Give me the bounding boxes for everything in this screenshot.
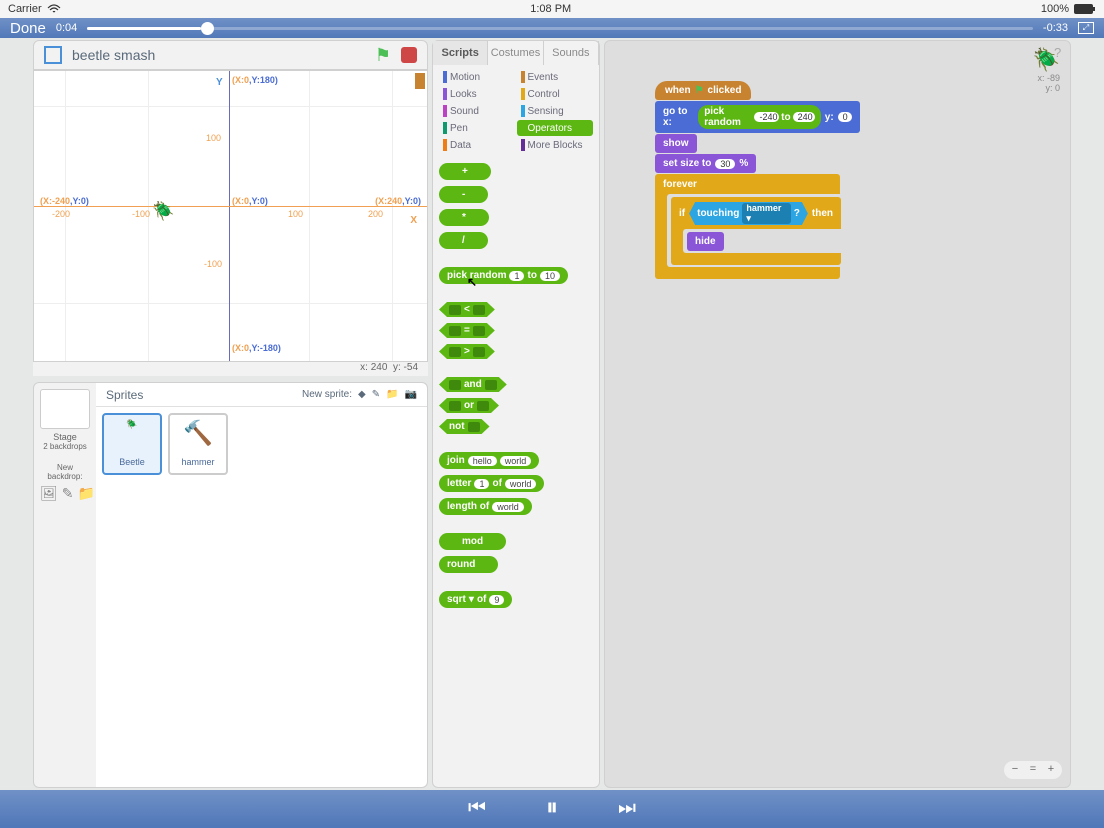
cat-sensing[interactable]: Sensing [517,103,594,119]
set-size-block: set size to30% [655,154,756,173]
when-flag-clicked-block: when⚑clicked [655,81,751,100]
goto-xy-block: go to x: pick random-240to240 y:0 [655,101,860,133]
backdrop-lib-icon[interactable]: 🖼 [40,485,58,502]
progress-slider[interactable] [87,27,1033,30]
cat-control[interactable]: Control [517,86,594,102]
op-round[interactable]: round [439,556,498,573]
x-axis-label: X [410,215,417,226]
backdrop-paint-icon[interactable]: ✎ [62,485,74,502]
zoom-in-icon[interactable]: + [1044,763,1058,777]
sprite-paint-icon[interactable]: ✎ [372,389,380,400]
cat-motion[interactable]: Motion [439,69,516,85]
pause-button[interactable]: ⏸ [546,794,558,822]
mouse-cursor-icon: ↖ [467,275,477,289]
stop-button[interactable] [401,47,417,63]
op-or[interactable]: or [439,398,499,413]
battery-pct: 100% [1041,3,1069,15]
forever-block: forever if touchinghammer ▾? then hide [655,174,840,279]
remaining-time: -0:33 [1043,22,1068,34]
op-eq[interactable]: = [439,323,495,338]
coord-bottom: (X:0,Y:-180) [232,343,281,353]
sprite-beetle[interactable]: 🪲 Beetle [102,413,162,475]
zoom-reset-icon[interactable]: = [1026,763,1040,777]
blocks-column: Scripts Costumes Sounds Motion Events Lo… [432,40,600,788]
wifi-icon [47,4,61,14]
tab-scripts[interactable]: Scripts [433,41,488,65]
tab-costumes[interactable]: Costumes [488,41,543,65]
scratch-editor: beetle smash ⚑ Y X (X:0,Y:180) (X:0,Y:0)… [0,38,1104,790]
if-block: if touchinghammer ▾? then hide [671,197,841,265]
op-add[interactable]: + [439,163,491,180]
zoom-controls: − = + [1004,761,1062,779]
cat-data[interactable]: Data [439,137,516,153]
rewind-button[interactable]: ⏮ [468,797,486,820]
stage-fullscreen-icon[interactable] [44,46,62,64]
op-gt[interactable]: > [439,344,495,359]
op-mul[interactable]: * [439,209,489,226]
cat-looks[interactable]: Looks [439,86,516,102]
battery-icon [1074,4,1096,14]
stage-corner-icon [415,73,425,89]
project-title: beetle smash [72,47,365,63]
time-label: 1:08 PM [530,3,571,15]
help-icon[interactable]: ? [1054,45,1072,63]
stage-canvas[interactable]: Y X (X:0,Y:180) (X:0,Y:0) (X:-240,Y:0) (… [33,70,428,362]
sprite-camera-icon[interactable]: 📷 [405,389,417,400]
stage-thumbnail[interactable] [40,389,90,429]
new-sprite-label: New sprite: [302,389,352,400]
backdrops-count: 2 backdrops [40,442,90,451]
current-time: 0:04 [56,22,77,34]
op-div[interactable]: / [439,232,488,249]
scripts-canvas[interactable]: 🪲 x: -89 y: 0 ? − = + when⚑clicked go to… [604,40,1071,788]
coord-right: (X:240,Y:0) [375,196,421,206]
op-length[interactable]: length ofworld [439,498,532,515]
op-sub[interactable]: - [439,186,488,203]
video-top-bar: Done 0:04 -0:33 ⤢ [0,18,1104,38]
done-button[interactable]: Done [10,20,46,37]
sprite-lib-icon[interactable]: ◆ [358,389,366,400]
sprites-header-label: Sprites [106,388,143,402]
sprites-panel: Stage 2 backdrops New backdrop: 🖼 ✎ 📁 📷 … [33,382,428,788]
video-bottom-bar: ⏮ ⏸ ⏭ [0,790,1104,826]
new-backdrop-label: New backdrop: [40,463,90,481]
green-flag-button[interactable]: ⚑ [375,45,391,66]
fullscreen-button[interactable]: ⤢ [1078,22,1094,34]
carrier-label: Carrier [8,3,42,15]
zoom-out-icon[interactable]: − [1008,763,1022,777]
script-stack[interactable]: when⚑clicked go to x: pick random-240to2… [605,41,1070,319]
sprite-hammer[interactable]: 🔨 hammer [168,413,228,475]
ios-status-bar: Carrier 1:08 PM 100% [0,0,1104,18]
cat-pen[interactable]: Pen [439,120,516,136]
op-and[interactable]: and [439,377,507,392]
beetle-sprite-on-stage[interactable]: 🪲 [152,201,174,222]
op-letter[interactable]: letter1ofworld [439,475,544,492]
stage-coords-readout: x: 240 y: -54 [33,362,428,376]
op-not[interactable]: not [439,419,490,434]
show-block: show [655,134,697,153]
coord-center: (X:0,Y:0) [232,196,268,206]
sprite-upload-icon[interactable]: 📁 [386,389,398,400]
block-categories: Motion Events Looks Control Sound Sensin… [433,65,599,157]
forward-button[interactable]: ⏭ [618,797,636,820]
y-axis-label: Y [216,77,223,88]
op-lt[interactable]: < [439,302,495,317]
blocks-palette: + - * / pick random1to10 ↖ < = > and or … [433,157,599,614]
cat-sound[interactable]: Sound [439,103,516,119]
coord-top: (X:0,Y:180) [232,75,278,85]
op-sqrt[interactable]: sqrt▾ of9 [439,591,512,608]
stage-header: beetle smash ⚑ [33,40,428,70]
cat-events[interactable]: Events [517,69,594,85]
cat-operators[interactable]: Operators [517,120,594,136]
op-mod[interactable]: mod [439,533,506,550]
cat-more[interactable]: More Blocks [517,137,594,153]
hide-block: hide [687,232,724,251]
stage-label: Stage [40,432,90,442]
op-join[interactable]: joinhelloworld [439,452,539,469]
op-random[interactable]: pick random1to10 ↖ [439,267,568,284]
backdrop-upload-icon[interactable]: 📁 [78,485,95,502]
tab-sounds[interactable]: Sounds [544,41,599,65]
coord-left: (X:-240,Y:0) [40,196,89,206]
